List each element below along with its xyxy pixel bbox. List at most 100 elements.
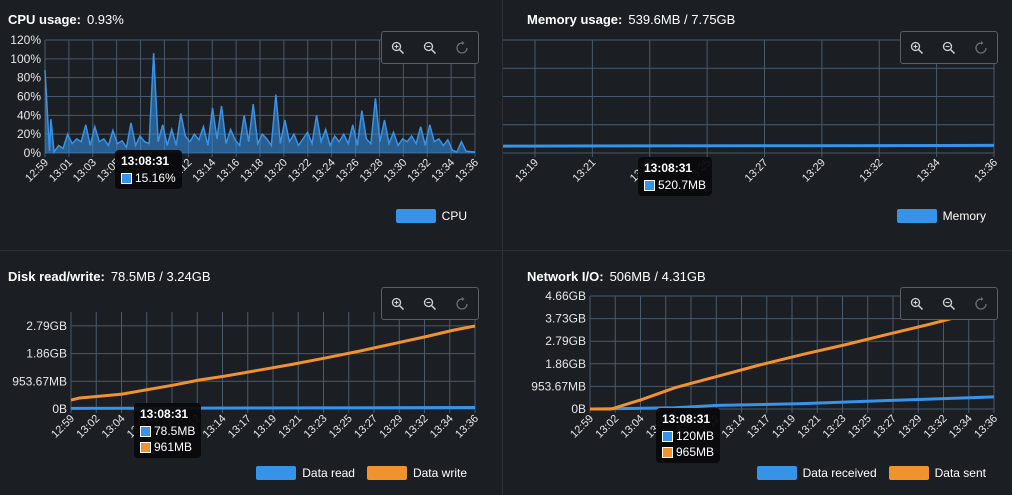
chart-tooltip: 13:08:31 120MB 965MB — [656, 408, 721, 463]
x-tick-label: 13:02 — [74, 413, 102, 441]
x-tick-label: 13:03 — [71, 157, 99, 185]
y-tick-label: 2.79GB — [26, 319, 67, 333]
x-tick-label: 13:36 — [453, 157, 481, 185]
x-tick-label: 13:04 — [619, 413, 647, 441]
x-tick-label: 13:14 — [190, 157, 218, 185]
x-tick-label: 13:29 — [377, 413, 405, 441]
x-tick-label: 13:14 — [201, 413, 229, 441]
x-tick-label: 13:32 — [405, 157, 433, 185]
zoom-out-button[interactable] — [938, 37, 960, 59]
x-tick-label: 12:59 — [568, 413, 596, 441]
disk-panel: Disk read/write: 78.5MB / 3.24GB 0B 953.67… — [0, 251, 502, 495]
series-line-data-read — [70, 406, 476, 410]
y-tick-label: 120% — [10, 33, 41, 47]
reset-icon — [975, 40, 987, 54]
zoom-out-icon — [942, 41, 956, 54]
chart-toolbox — [900, 287, 998, 320]
reset-zoom-button[interactable] — [451, 293, 473, 315]
zoom-in-button[interactable] — [387, 37, 409, 59]
x-tick-label: 13:17 — [226, 413, 254, 441]
x-tick-label: 13:19 — [770, 413, 798, 441]
x-tick-label: 13:34 — [947, 413, 975, 441]
x-tick-label: 13:01 — [47, 157, 75, 185]
y-tick-label: 0B — [52, 402, 67, 416]
y-tick-label: 1.86GB — [545, 357, 586, 371]
y-tick-label: 20% — [17, 127, 41, 141]
zoom-in-button[interactable] — [906, 37, 928, 59]
y-tick-label: 0% — [24, 146, 42, 160]
series-line-memory — [503, 143, 995, 148]
x-tick-label: 13:21 — [795, 413, 823, 441]
x-tick-label: 13:25 — [327, 413, 355, 441]
chart-toolbox — [900, 31, 998, 64]
y-tick-label: 80% — [17, 71, 41, 85]
reset-zoom-button[interactable] — [970, 37, 992, 59]
reset-zoom-button[interactable] — [970, 293, 992, 315]
y-tick-label: 0B — [571, 402, 586, 416]
x-tick-label: 13:17 — [745, 413, 773, 441]
zoom-in-icon — [910, 41, 924, 54]
x-tick-label: 13:34 — [429, 157, 457, 185]
y-tick-label: 60% — [17, 90, 41, 104]
chart-legend: Data received Data sent — [745, 466, 986, 480]
x-tick-label: 13:04 — [100, 413, 128, 441]
x-tick-label: 13:34 — [915, 157, 943, 185]
cpu-panel: CPU usage: 0.93% 0% 20% 40% 60% 80% 100% 120% 12… — [0, 0, 502, 250]
x-tick-label: 13:16 — [214, 157, 242, 185]
chart-tooltip: 13:08:31 78.5MB 961MB — [134, 403, 202, 458]
x-tick-label: 13:19 — [251, 413, 279, 441]
zoom-in-icon — [391, 297, 405, 310]
y-tick-label: 40% — [17, 108, 41, 122]
legend-item-cpu[interactable]: CPU — [395, 209, 467, 223]
x-tick-label: 13:29 — [800, 157, 828, 185]
chart-legend: Data read Data write — [244, 466, 467, 480]
reset-icon — [975, 296, 987, 310]
x-tick-label: 13:32 — [403, 413, 431, 441]
zoom-out-button[interactable] — [419, 37, 441, 59]
zoom-in-button[interactable] — [387, 293, 409, 315]
chart-toolbox — [381, 287, 479, 320]
x-tick-label: 13:30 — [382, 157, 410, 185]
y-tick-label: 4.66GB — [545, 289, 586, 303]
legend-item-data-received[interactable]: Data received — [756, 466, 877, 480]
legend-item-data-read[interactable]: Data read — [256, 466, 355, 480]
x-tick-label: 13:34 — [428, 413, 456, 441]
zoom-out-icon — [942, 297, 956, 310]
reset-zoom-button[interactable] — [451, 37, 473, 59]
legend-item-memory[interactable]: Memory — [896, 209, 986, 223]
memory-panel: Memory usage:539.6MB / 7.75GB 0B1.86GB3.… — [503, 0, 1012, 250]
x-tick-label: 13:14 — [720, 413, 748, 441]
x-tick-label: 13:27 — [352, 413, 380, 441]
chart-tooltip: 13:08:31 15.16% — [115, 150, 182, 189]
x-tick-label: 13:21 — [571, 157, 599, 185]
zoom-out-button[interactable] — [938, 293, 960, 315]
x-tick-label: 13:27 — [743, 157, 771, 185]
x-tick-label: 12:59 — [49, 413, 77, 441]
y-tick-label: 953.67MB — [531, 379, 586, 393]
zoom-out-button[interactable] — [419, 293, 441, 315]
y-tick-label: 953.67MB — [12, 374, 67, 388]
legend-item-data-sent[interactable]: Data sent — [888, 466, 986, 480]
legend-item-data-write[interactable]: Data write — [366, 466, 467, 480]
reset-icon — [456, 40, 468, 54]
series-swatch — [121, 172, 132, 184]
x-tick-label: 13:02 — [593, 413, 621, 441]
x-tick-label: 13:28 — [358, 157, 386, 185]
chart-legend: CPU — [384, 209, 467, 223]
x-tick-label: 13:23 — [821, 413, 849, 441]
chart-toolbox — [381, 31, 479, 64]
x-tick-label: 13:18 — [238, 157, 266, 185]
zoom-out-icon — [423, 41, 437, 54]
reset-icon — [456, 296, 468, 310]
chart-legend: Memory — [885, 209, 986, 223]
zoom-in-icon — [910, 297, 924, 310]
zoom-out-icon — [423, 297, 437, 310]
y-tick-label: 100% — [10, 52, 41, 66]
y-tick-label: 1.86GB — [26, 347, 67, 361]
y-tick-label: 3.73GB — [545, 312, 586, 326]
zoom-in-button[interactable] — [906, 293, 928, 315]
chart-tooltip: 13:08:31 520.7MB — [638, 157, 713, 196]
x-tick-label: 13:36 — [972, 157, 1000, 185]
x-tick-label: 13:22 — [286, 157, 314, 185]
x-tick-label: 13:24 — [310, 157, 338, 185]
